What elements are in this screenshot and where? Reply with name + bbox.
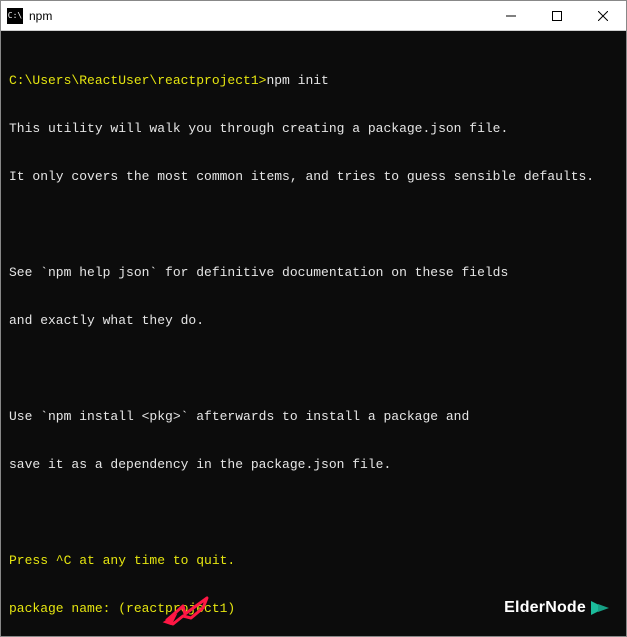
- blank-line: [9, 505, 618, 521]
- prompt-package-name: package name: (reactproject1): [9, 601, 618, 617]
- window-title: npm: [29, 9, 52, 23]
- maximize-button[interactable]: [534, 1, 580, 31]
- blank-line: [9, 361, 618, 377]
- output-line: Press ^C at any time to quit.: [9, 553, 618, 569]
- output-line: Use `npm install <pkg>` afterwards to in…: [9, 409, 618, 425]
- titlebar[interactable]: C:\ npm: [1, 1, 626, 31]
- terminal-output[interactable]: C:\Users\ReactUser\reactproject1>npm ini…: [1, 31, 626, 636]
- output-line: save it as a dependency in the package.j…: [9, 457, 618, 473]
- output-line: It only covers the most common items, an…: [9, 169, 618, 185]
- minimize-button[interactable]: [488, 1, 534, 31]
- output-line: and exactly what they do.: [9, 313, 618, 329]
- prompt-path: C:\Users\ReactUser\reactproject1>: [9, 73, 266, 88]
- command-text: npm init: [266, 73, 328, 88]
- command-prompt-window: C:\ npm C:\Users\ReactUser\reactproject1…: [0, 0, 627, 637]
- close-button[interactable]: [580, 1, 626, 31]
- cmd-icon: C:\: [7, 8, 23, 24]
- output-line: This utility will walk you through creat…: [9, 121, 618, 137]
- output-line: See `npm help json` for definitive docum…: [9, 265, 618, 281]
- blank-line: [9, 217, 618, 233]
- prompt-line: C:\Users\ReactUser\reactproject1>npm ini…: [9, 73, 618, 89]
